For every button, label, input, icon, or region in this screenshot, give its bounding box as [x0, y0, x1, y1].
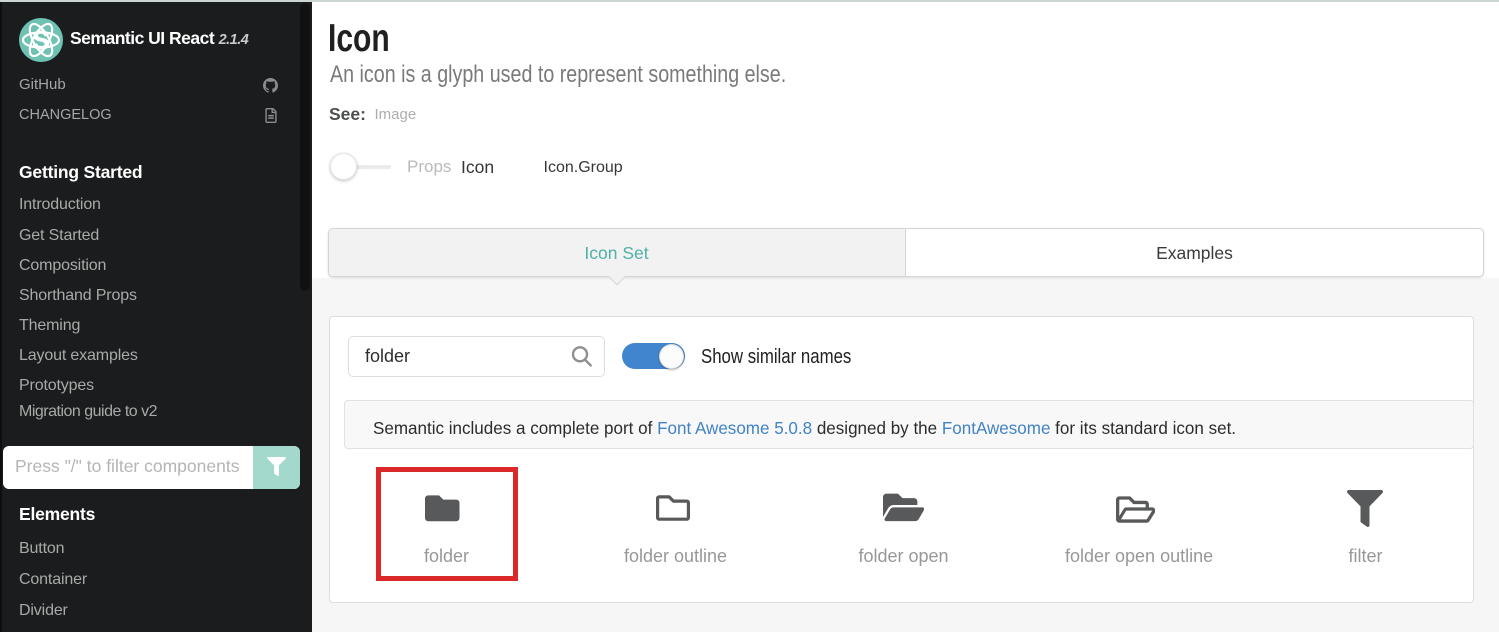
svg-text:S: S	[32, 25, 49, 55]
